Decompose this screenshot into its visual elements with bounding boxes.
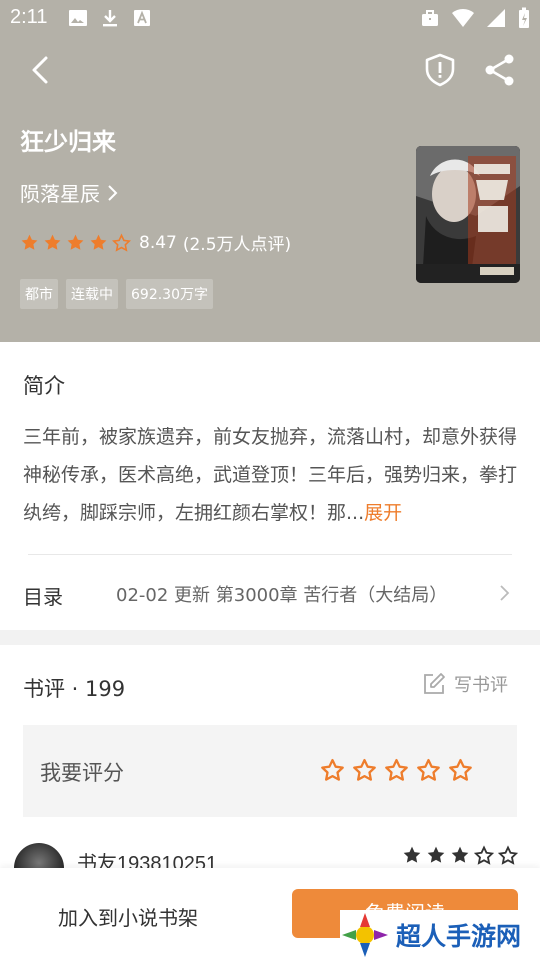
- book-cover-art: [416, 146, 520, 283]
- star-filled-icon: [451, 846, 469, 863]
- rate-label: 我要评分: [40, 761, 124, 785]
- star-outline-icon[interactable]: [320, 757, 345, 782]
- shield-alert-icon: [425, 53, 455, 87]
- author-name: 陨落星辰: [20, 182, 100, 206]
- wifi-icon: [452, 8, 474, 32]
- rate-stars: [320, 757, 473, 782]
- star-outline-icon: [474, 845, 494, 865]
- star-filled-icon: [44, 234, 61, 250]
- tag-word-count: 692.30万字: [126, 279, 213, 309]
- star-outline-icon[interactable]: [384, 757, 409, 782]
- intro-text: 三年前，被家族遗弃，前女友抛弃，流落山村，却意外获得神秘传承，医术高绝，武道登顶…: [23, 426, 518, 524]
- briefcase-icon: [420, 8, 440, 32]
- author-link[interactable]: 陨落星辰: [20, 178, 120, 207]
- star-filled-icon: [21, 234, 38, 250]
- book-header: 2:11 狂少归来 陨落星辰 8.47 (2.5万人点评) 都市 连载中 692…: [0, 0, 540, 342]
- battery-icon: [518, 7, 530, 33]
- star-outline-icon[interactable]: [448, 757, 473, 782]
- toc-latest-chapter: 02-02 更新 第3000章 苦行者（大结局）: [116, 585, 448, 606]
- star-filled-icon: [90, 234, 107, 250]
- add-to-shelf-button[interactable]: 加入到小说书架: [58, 902, 198, 931]
- report-button[interactable]: [422, 52, 458, 88]
- rating-stars: [20, 233, 131, 252]
- chevron-right-icon: [108, 184, 118, 201]
- book-tags: 都市 连载中 692.30万字: [20, 279, 213, 309]
- star-filled-icon: [67, 234, 84, 250]
- star-outline-icon: [112, 233, 131, 252]
- tag-genre[interactable]: 都市: [20, 279, 58, 309]
- status-time: 2:11: [10, 6, 48, 28]
- watermark-logo-icon: [342, 913, 388, 957]
- book-cover[interactable]: [416, 146, 520, 283]
- back-arrow-icon: [32, 56, 48, 84]
- share-button[interactable]: [482, 52, 518, 88]
- watermark-text: 超人手游网: [396, 922, 522, 951]
- toc-row[interactable]: 目录 02-02 更新 第3000章 苦行者（大结局）: [0, 555, 540, 630]
- edit-icon: [424, 673, 445, 694]
- reviews-heading: 书评 · 199: [23, 677, 126, 701]
- tag-status: 连载中: [66, 279, 118, 309]
- rating-score: 8.47: [139, 232, 177, 253]
- write-review-button[interactable]: 写书评: [422, 671, 508, 697]
- star-filled-icon: [403, 846, 421, 863]
- share-icon: [485, 54, 514, 86]
- image-icon: [68, 8, 88, 32]
- font-icon: [132, 8, 152, 32]
- watermark: 超人手游网: [340, 910, 540, 960]
- toc-label: 目录: [23, 585, 63, 609]
- intro-heading: 简介: [23, 374, 65, 398]
- star-outline-icon[interactable]: [352, 757, 377, 782]
- rate-box: 我要评分: [23, 725, 517, 817]
- status-bar: 2:11: [0, 0, 540, 36]
- star-filled-icon: [427, 846, 445, 863]
- intro-card: 简介 三年前，被家族遗弃，前女友抛弃，流落山村，却意外获得神秘传承，医术高绝，武…: [0, 342, 540, 630]
- rating-row: 8.47 (2.5万人点评): [20, 230, 291, 255]
- review-stars: [402, 845, 518, 865]
- chevron-right-icon: [500, 585, 510, 601]
- expand-link[interactable]: 展开: [364, 502, 402, 524]
- star-outline-icon[interactable]: [416, 757, 441, 782]
- star-outline-icon: [498, 845, 518, 865]
- intro-text-block: 三年前，被家族遗弃，前女友抛弃，流落山村，却意外获得神秘传承，医术高绝，武道登顶…: [23, 418, 517, 532]
- download-icon: [100, 8, 120, 32]
- rating-count: (2.5万人点评): [182, 235, 292, 255]
- signal-icon: [486, 8, 506, 32]
- book-title: 狂少归来: [20, 128, 116, 156]
- back-button[interactable]: [22, 52, 58, 88]
- write-review-label: 写书评: [454, 675, 508, 696]
